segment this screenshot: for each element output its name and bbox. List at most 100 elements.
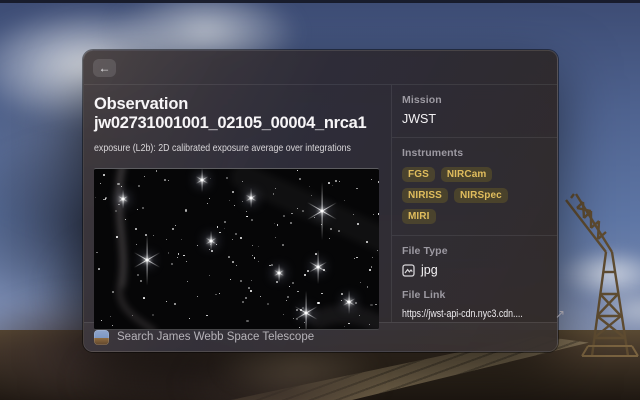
star [300,309,302,311]
instrument-tag: MIRI [402,209,436,224]
star [206,315,208,317]
star [275,237,276,238]
star [101,320,102,321]
star [355,302,357,304]
window-header: ← [84,51,557,85]
metadata-sidebar: Mission JWST Instruments FGSNIRCamNIRISS… [391,85,557,322]
star [315,253,317,255]
star [211,250,213,252]
observation-detail: Observation jw02731001001_02105_00004_nr… [84,85,391,322]
screen-top-edge [0,0,640,3]
star [197,296,198,297]
star [271,264,273,266]
file-link-url: https://jwst-api-cdn.nyc3.cdn.... [402,308,523,320]
observation-description: exposure (L2b): 2D calibrated exposure a… [94,142,381,154]
star [209,198,210,199]
star [248,287,250,289]
star [228,256,230,258]
extension-name: Search James Webb Space Telescope [117,331,314,343]
star [335,180,337,182]
star [290,222,292,224]
star [98,268,100,270]
star [317,302,319,304]
star [267,303,269,305]
star [371,179,372,180]
star [354,258,355,259]
star [258,246,259,247]
observation-id: jw02731001001_02105_00004_nrca1 [94,114,381,133]
star [242,181,243,182]
star [177,257,178,258]
star [246,211,247,212]
star [366,241,368,243]
star [250,290,252,292]
star [297,208,298,209]
image-file-icon [402,264,415,277]
instrument-tags: FGS NIRCam NIRISS NIRSpec MIRI [402,167,538,224]
star [164,179,166,181]
instrument-tag: NIRCam [441,167,493,182]
star [209,275,210,276]
star [302,307,304,309]
star [236,265,237,266]
star [321,224,322,225]
star [168,252,170,254]
instrument-tag: NIRISS [402,188,448,203]
star [245,297,247,299]
star [117,183,119,185]
star [323,269,325,271]
star [125,219,126,220]
observation-image [94,168,379,330]
file-type-value: jpg [421,263,438,277]
star [215,294,217,296]
star [219,293,220,294]
star [338,230,340,232]
back-button[interactable]: ← [93,59,116,77]
star [186,261,187,262]
observation-title: Observation [94,95,381,114]
file-link-label: File Link [402,289,547,301]
star [140,280,142,282]
star [289,286,290,287]
star [282,244,284,246]
observation-description-text: exposure (L2b): 2D calibrated exposure a… [94,142,351,154]
star [224,228,225,229]
star [375,304,377,306]
star [135,228,137,230]
raycast-window: ← Observation jw02731001001_02105_00004_… [83,50,558,352]
star [341,293,343,295]
star [378,181,379,183]
star [297,291,298,292]
star [181,239,182,240]
star [277,224,278,225]
star [132,315,133,316]
mission-label: Mission [402,94,547,106]
back-arrow-icon: ← [99,62,111,74]
star [235,233,237,235]
star [95,197,96,198]
instrument-tag: NIRSpec [454,188,508,203]
star [251,219,253,221]
star [328,182,330,184]
star [283,215,285,217]
star [232,239,233,240]
star [302,210,304,212]
star [175,225,176,226]
instrument-tag: FGS [402,167,435,182]
derrick-tower [552,188,640,364]
file-link-row[interactable]: https://jwst-api-cdn.nyc3.cdn.... ↗ [402,307,547,321]
star [112,325,113,326]
star [240,280,242,282]
star [341,300,342,301]
file-type-row: jpg [402,263,547,277]
star [116,236,118,238]
instruments-section: Instruments FGSNIRCamNIRISSNIRSpecMIRI [392,138,557,236]
star [207,203,208,204]
mission-value: JWST [402,112,547,126]
file-section: File Type jpg File Link https://jwst-api… [392,236,557,332]
mission-section: Mission JWST [392,85,557,138]
star [166,301,167,302]
star [370,304,372,306]
star [254,257,255,258]
star [178,253,180,255]
